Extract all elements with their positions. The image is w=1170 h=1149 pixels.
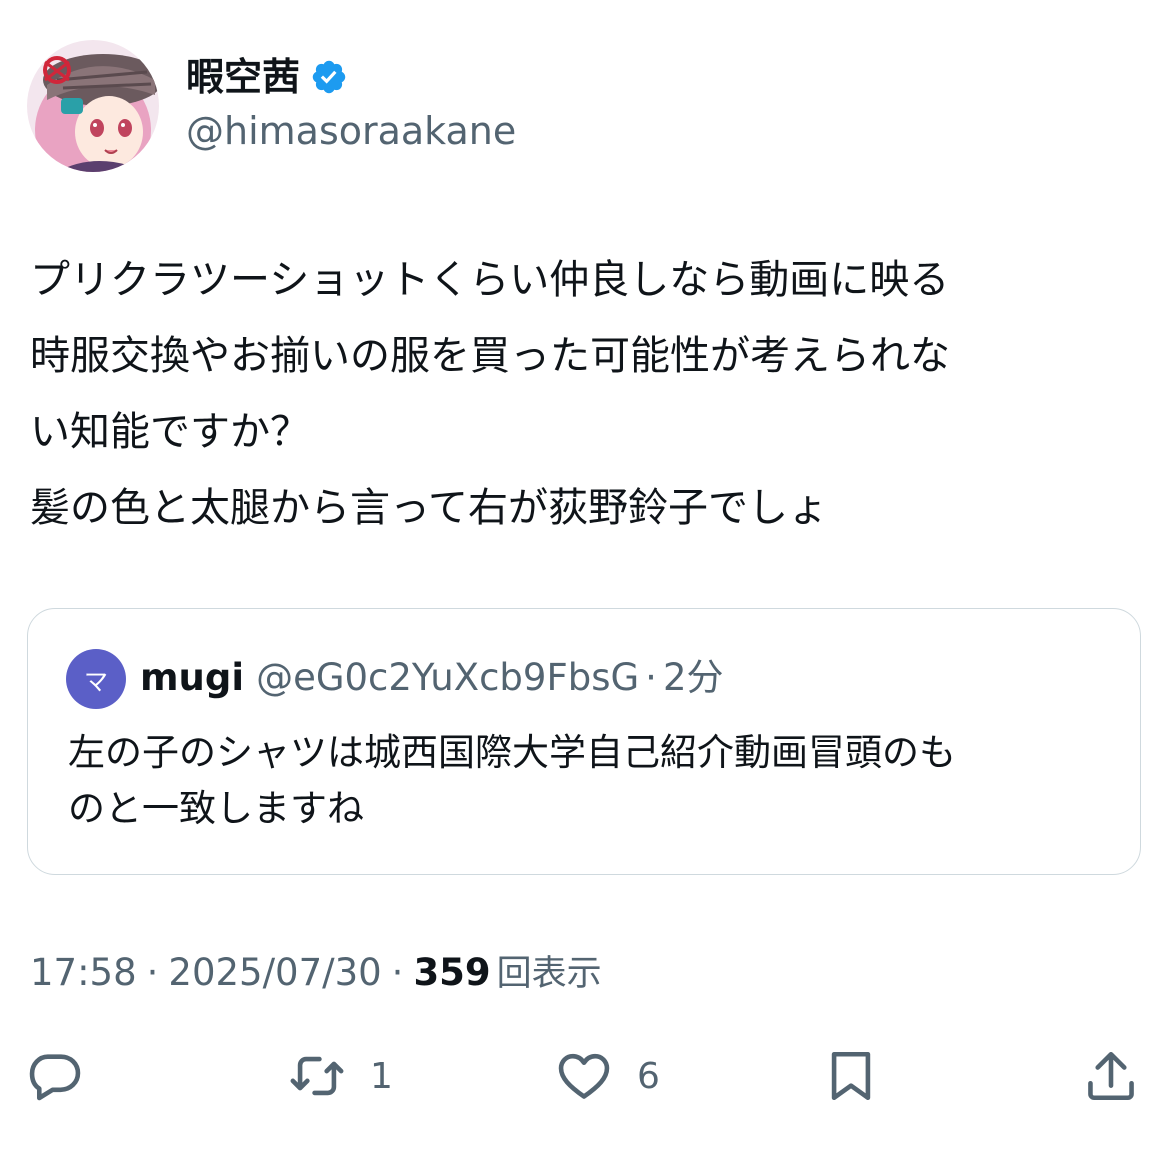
share-button[interactable] — [1082, 1046, 1140, 1106]
tweet-date[interactable]: 2025/07/30 — [168, 951, 381, 994]
quote-timestamp[interactable]: 2分 — [663, 656, 724, 699]
bookmark-icon — [831, 1051, 871, 1101]
quote-author-handle[interactable]: @eG0c2YuXcb9FbsG — [256, 656, 639, 699]
quote-text: 左の子のシャツは城西国際大学自己紹介動画冒頭のも のと一致しますね — [68, 725, 1108, 837]
retweet-icon — [290, 1056, 344, 1096]
author-handle[interactable]: @himasoraakane — [186, 108, 516, 154]
tweet-line: 時服交換やお揃いの服を買った可能性が考えられな — [30, 333, 950, 379]
anime-avatar-image — [27, 40, 159, 172]
meta-separator: · — [146, 951, 159, 994]
tweet-meta: 17:58 · 2025/07/30 · 359 回表示 — [30, 950, 602, 997]
share-icon — [1088, 1051, 1134, 1101]
quote-separator: · — [645, 656, 657, 699]
bookmark-button[interactable] — [822, 1046, 880, 1106]
reply-button[interactable] — [26, 1046, 84, 1106]
quote-avatar[interactable]: マ — [66, 649, 126, 709]
tweet-line: い知能ですか？ — [30, 409, 310, 455]
author-name-row[interactable]: 暇空茜 — [186, 54, 348, 100]
like-button[interactable]: 6 — [555, 1046, 660, 1106]
quote-tweet-card[interactable]: マ mugi @eG0c2YuXcb9FbsG · 2分 左の子のシャツは城西国際大学… — [27, 608, 1141, 875]
meta-separator: · — [391, 951, 404, 994]
quote-header: mugi @eG0c2YuXcb9FbsG · 2分 — [140, 655, 723, 701]
author-avatar[interactable] — [27, 40, 159, 172]
reply-icon — [29, 1054, 81, 1101]
author-name[interactable]: 暇空茜 — [186, 54, 300, 100]
tweet-text: プリクラツーショットくらい仲良しなら動画に映る 時服交換やお揃いの服を買った可能… — [30, 242, 1145, 546]
verified-badge-icon — [310, 58, 348, 96]
tweet-line: プリクラツーショットくらい仲良しなら動画に映る — [30, 257, 950, 303]
like-count: 6 — [637, 1055, 660, 1097]
tweet-line: 髪の色と太腿から言って右が荻野鈴子でしょ — [30, 485, 828, 531]
views-count[interactable]: 359 — [413, 951, 490, 994]
quote-line: 左の子のシャツは城西国際大学自己紹介動画冒頭のも — [68, 731, 956, 774]
retweet-count: 1 — [370, 1055, 393, 1097]
quote-author-name[interactable]: mugi — [140, 656, 244, 699]
quote-avatar-letter: マ — [84, 667, 108, 696]
tweet-time[interactable]: 17:58 — [30, 951, 137, 994]
views-label[interactable]: 回表示 — [497, 954, 602, 994]
quote-line: のと一致しますね — [68, 787, 364, 830]
retweet-button[interactable]: 1 — [288, 1046, 393, 1106]
heart-icon — [558, 1053, 610, 1099]
